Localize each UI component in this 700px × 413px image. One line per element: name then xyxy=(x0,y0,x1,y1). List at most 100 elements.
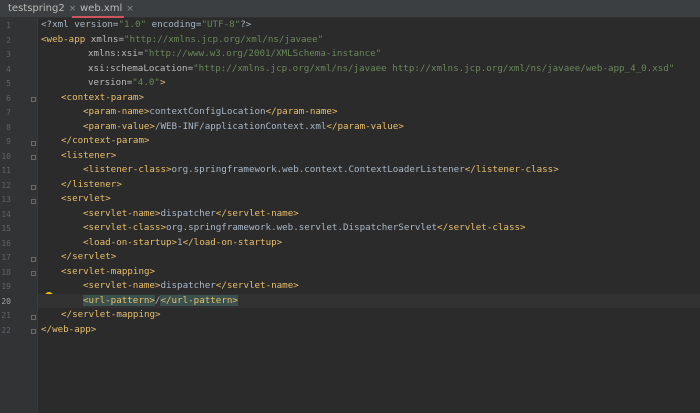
param-name-close: </param-name> xyxy=(265,106,338,117)
line-number: 1 xyxy=(6,21,11,30)
mapping-servlet-name-close: </servlet-name> xyxy=(215,280,299,291)
code-line-19: <servlet-name>dispatcher</servlet-name> xyxy=(38,279,700,294)
line-number: 6 xyxy=(6,93,11,103)
fold-marker[interactable] xyxy=(31,185,36,190)
listener-close: </listener> xyxy=(61,178,122,190)
version-attr: version= xyxy=(88,77,133,88)
code-line-13: <servlet> xyxy=(38,192,700,207)
tab-label: testspring2 xyxy=(8,3,65,14)
code-line-7: <param-name>contextConfigLocation</param… xyxy=(38,105,700,120)
param-name-open: <param-name> xyxy=(83,106,150,117)
fold-marker[interactable] xyxy=(31,97,36,102)
line-number-current: 20 xyxy=(1,296,11,306)
xml-version-value: "1.0" xyxy=(118,19,147,30)
xmlns-value: "http://xmlns.jcp.org/xml/ns/javaee" xyxy=(124,33,324,45)
servlet-class-text: org.springframework.web.servlet.Dispatch… xyxy=(165,222,438,233)
line-number: 11 xyxy=(1,166,11,175)
line-number: 18 xyxy=(1,267,11,277)
fold-marker[interactable] xyxy=(31,257,36,262)
xml-decl-end: ?> xyxy=(240,19,252,30)
servlet-mapping-close: </servlet-mapping> xyxy=(61,309,161,320)
xmlns-xsi-attr: xmlns:xsi= xyxy=(88,48,144,59)
code-line-3: xmlns:xsi="http://www.w3.org/2001/XMLSch… xyxy=(38,47,700,62)
code-line-5: version="4.0"> xyxy=(38,76,700,91)
param-value-open: <param-value> xyxy=(83,120,155,132)
code-editor[interactable]: <?xml version="1.0" encoding="UTF-8"?> <… xyxy=(38,18,700,413)
line-number-gutter[interactable]: 1 2 3 4 5 6 7 8 9 10 11 12 13 14 15 16 1… xyxy=(0,18,38,413)
code-line-18: <servlet-mapping> xyxy=(38,265,700,280)
fold-marker[interactable] xyxy=(31,199,36,204)
servlet-name-close: </servlet-name> xyxy=(215,207,299,219)
close-icon[interactable]: × xyxy=(126,4,134,14)
line-number: 8 xyxy=(6,122,11,132)
line-number: 2 xyxy=(6,35,11,45)
load-on-startup-open: <load-on-startup> xyxy=(83,236,178,248)
line-number: 12 xyxy=(1,180,11,190)
param-name-text: contextConfigLocation xyxy=(149,106,266,117)
line-number: 14 xyxy=(1,209,11,219)
code-line-16: <load-on-startup>1</load-on-startup> xyxy=(38,236,700,251)
servlet-open: <servlet> xyxy=(61,193,111,204)
fold-marker[interactable] xyxy=(31,315,36,320)
fold-marker[interactable] xyxy=(31,141,36,146)
listener-open: <listener> xyxy=(61,149,117,161)
version-value: "4.0" xyxy=(132,77,160,88)
code-line-8: <param-value>/WEB-INF/applicationContext… xyxy=(38,120,700,135)
context-param-close: </context-param> xyxy=(61,135,150,146)
mapping-servlet-name-open: <servlet-name> xyxy=(83,280,161,291)
code-line-2: <web-app xmlns="http://xmlns.jcp.org/xml… xyxy=(38,33,700,48)
fold-marker[interactable] xyxy=(31,271,36,276)
code-line-10: <listener> xyxy=(38,149,700,164)
param-value-close: </param-value> xyxy=(326,120,404,132)
code-line-22: </web-app> xyxy=(38,323,700,338)
code-line-11: <listener-class>org.springframework.web.… xyxy=(38,163,700,178)
line-number: 3 xyxy=(6,50,11,59)
editor-tab-bar: testspring2 × web.xml × xyxy=(0,0,700,18)
servlet-class-open: <servlet-class> xyxy=(83,222,166,233)
schema-location-attr: xsi:schemaLocation= xyxy=(88,62,194,74)
xml-encoding-value: "UTF-8" xyxy=(201,19,241,30)
context-param-open: <context-param> xyxy=(61,91,144,103)
tab-web-xml[interactable]: web.xml × xyxy=(70,0,134,18)
code-line-20-current[interactable]: <url-pattern>/</url-pattern> xyxy=(38,293,700,308)
listener-class-text: org.springframework.web.context.ContextL… xyxy=(171,164,465,175)
line-number: 19 xyxy=(1,282,11,291)
fold-marker[interactable] xyxy=(31,155,36,160)
line-number: 13 xyxy=(1,195,11,204)
param-value-text: /WEB-INF/applicationContext.xml xyxy=(154,120,327,132)
code-line-15: <servlet-class>org.springframework.web.s… xyxy=(38,221,700,236)
line-number: 4 xyxy=(6,64,11,74)
line-number: 22 xyxy=(1,325,11,335)
xmlns-attr: xmlns= xyxy=(90,33,124,45)
tab-label: web.xml xyxy=(80,3,123,14)
servlet-close: </servlet> xyxy=(61,251,117,262)
servlet-class-close: </servlet-class> xyxy=(437,222,526,233)
listener-class-close: </listener-class> xyxy=(464,164,559,175)
line-number: 7 xyxy=(6,108,11,117)
load-on-startup-close: </load-on-startup> xyxy=(182,236,283,248)
xml-decl-start: <?xml version= xyxy=(41,19,119,30)
line-number: 5 xyxy=(6,79,11,88)
code-line-14: <servlet-name>dispatcher</servlet-name> xyxy=(38,207,700,222)
url-pattern-open: <url-pattern> xyxy=(83,294,155,306)
line-number: 17 xyxy=(1,253,11,262)
xml-encoding-attr: encoding= xyxy=(146,19,202,30)
line-number: 9 xyxy=(6,137,11,146)
web-app-close: </web-app> xyxy=(41,323,97,335)
code-line-21: </servlet-mapping> xyxy=(38,308,700,323)
code-line-12: </listener> xyxy=(38,178,700,193)
code-line-4: xsi:schemaLocation="http://xmlns.jcp.org… xyxy=(38,62,700,77)
servlet-name-open: <servlet-name> xyxy=(83,207,161,219)
code-line-9: </context-param> xyxy=(38,134,700,149)
line-number: 10 xyxy=(1,151,11,161)
code-line-1: <?xml version="1.0" encoding="UTF-8"?> xyxy=(38,18,700,33)
line-number: 15 xyxy=(1,224,11,233)
xmlns-xsi-value: "http://www.w3.org/2001/XMLSchema-instan… xyxy=(143,48,382,59)
fold-marker[interactable] xyxy=(31,329,36,334)
web-app-close-bracket: > xyxy=(159,77,166,88)
tab-testspring2[interactable]: testspring2 × xyxy=(0,0,76,17)
servlet-mapping-open: <servlet-mapping> xyxy=(61,265,156,277)
mapping-servlet-name-text: dispatcher xyxy=(160,280,216,291)
listener-class-open: <listener-class> xyxy=(83,164,172,175)
code-line-17: </servlet> xyxy=(38,250,700,265)
